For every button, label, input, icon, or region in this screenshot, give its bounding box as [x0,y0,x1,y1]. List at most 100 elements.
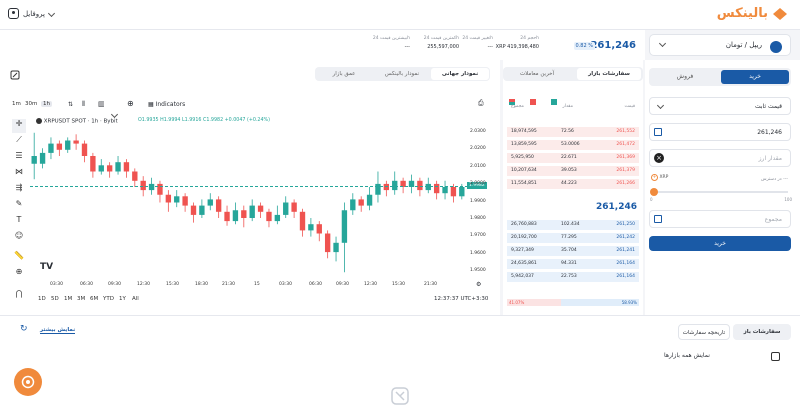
amount-slider[interactable] [650,188,788,196]
ask-row[interactable]: 261,266 44.223 11,554,851 [507,179,639,189]
x-axis-tick: 21:30 [424,282,437,287]
range-button[interactable]: 1M [64,296,72,302]
candle-body [148,183,155,191]
show-more-link[interactable]: نمایش بیشتر [40,327,76,334]
row-price: 261,472 [616,142,635,147]
row-total: 18,974,595 [511,129,537,134]
x-axis-tick: 18:30 [195,282,208,287]
candle-body [450,187,457,197]
total-field[interactable]: مجموع [649,210,791,228]
ask-row[interactable]: 261,379 39.053 10,207,634 [507,166,639,176]
orderbook-tabs: سفارشات بازار آخرین معاملات [503,67,643,81]
ask-row[interactable]: 261,369 22.671 5,925,950 [507,153,639,163]
x-axis-tick: 12:30 [137,282,150,287]
crosshair-icon[interactable]: ✛ [12,119,26,133]
stat-change: تغییر قیمت 24h --- [462,36,493,50]
show-all-markets-checkbox[interactable] [771,352,780,361]
amount-field[interactable]: مقدار ارز × [649,149,791,167]
tab-order-history[interactable]: تاریخچه سفارشات [678,324,730,340]
expand-icon[interactable] [10,70,20,80]
x-axis-tick: 09:30 [108,282,121,287]
row-amount: 102.434 [561,222,580,227]
buy-tab[interactable]: خرید [721,70,789,84]
timeframe-1m[interactable]: 1m [12,101,21,107]
view-bids-icon[interactable] [551,99,558,105]
candle-body [274,214,281,222]
sell-tab[interactable]: فروش [651,70,719,84]
price-field[interactable]: 261,246 [649,123,791,141]
tab-open-orders[interactable]: سفارشات باز [733,324,791,340]
timeframe-30m[interactable]: 30m [25,101,37,107]
bid-row[interactable]: 261,164 94.331 24,635,861 [507,259,639,269]
candle-body [106,165,113,172]
ask-row[interactable]: 261,552 72.56 18,974,595 [507,127,639,137]
refresh-icon[interactable]: ↻ [20,324,28,334]
submit-buy-button[interactable]: خرید [649,236,791,251]
view-asks-icon[interactable] [530,99,537,105]
support-chat-button[interactable] [14,368,42,396]
tab-balinex-chart[interactable]: نمودار بالینکس [373,68,431,80]
chart-tabs: نمودار جهانی نمودار بالینکس عمق بازار [315,67,490,81]
pattern-icon[interactable]: ⋈ [12,167,26,181]
symbol-logo-icon [36,118,42,124]
bid-row[interactable]: 261,242 77.295 20,192,700 [507,233,639,243]
available-value: --- [783,177,788,182]
fib-icon[interactable]: ☰ [12,151,26,165]
chart-ohlc: O1.9935 H1.9994 L1.9916 C1.9982 +0.0047 … [138,118,270,123]
magnet-icon[interactable]: ⋂ [12,289,26,303]
stat-volume: حجم 24h XRP 419,398,480 [495,36,539,50]
tab-market-depth[interactable]: عمق بازار [315,68,373,80]
bid-row[interactable]: 261,241 35.704 9,327,349 [507,246,639,256]
candle-body [215,199,222,212]
settings-icon[interactable]: ⚙ [476,281,481,288]
slider-max: 100 [784,197,792,202]
range-button[interactable]: 5D [51,296,59,302]
range-button[interactable]: 3M [77,296,85,302]
chevron-down-icon [658,39,667,48]
tradingview-logo: TV [40,262,54,272]
indicators-button[interactable]: ▦ Indicators [148,101,185,108]
add-indicator-icon[interactable]: ⊕ [127,99,134,108]
order-type-select[interactable]: قیمت ثابت [649,97,791,115]
range-button[interactable]: YTD [103,296,114,302]
x-axis-tick: 12:30 [364,282,377,287]
emoji-icon[interactable]: ☺ [12,231,26,245]
chevron-down-icon [110,110,119,119]
orders-section: سفارشات باز تاریخچه سفارشات نمایش بیشتر … [0,315,800,415]
bar-chart-icon[interactable]: ▥ [98,100,105,108]
current-price: 261,246 [590,40,636,51]
slider-min: 0 [650,197,653,202]
ask-row[interactable]: 261,472 53.0006 13,859,595 [507,140,639,150]
price-change-badge: 0.82 % [573,42,595,50]
candle-body [73,140,79,144]
bid-row[interactable]: 261,164 22.753 5,942,037 [507,272,639,282]
logo[interactable]: بالینکس [717,6,788,21]
bid-row[interactable]: 261,250 102.434 26,760,883 [507,220,639,230]
range-button[interactable]: 1Y [119,296,126,302]
prediction-icon[interactable]: ⇶ [12,183,26,197]
range-button[interactable]: All [132,296,139,302]
zoom-icon[interactable]: ⊕ [12,267,26,281]
x-axis-tick: 21:30 [222,282,235,287]
market-selector[interactable]: ریپل / تومان [649,34,791,56]
slider-handle[interactable] [650,188,658,196]
trend-line-icon[interactable]: ⟋ [12,135,26,149]
candle-body [132,171,138,181]
row-amount: 22.753 [561,274,577,279]
compare-icon[interactable]: ⇅ [68,101,73,108]
tab-global-chart[interactable]: نمودار جهانی [431,68,489,80]
ruler-icon[interactable]: 📏 [12,251,26,265]
tab-market-orders[interactable]: سفارشات بازار [577,68,641,80]
candle-type-icon[interactable]: ⫴ [82,100,85,109]
plus-icon[interactable]: + [651,174,658,181]
candle-body [182,196,188,206]
range-button[interactable]: 1D [38,296,46,302]
brush-icon[interactable]: ✎ [12,199,26,213]
range-button[interactable]: 6M [90,296,98,302]
timeframe-1h[interactable]: 1h [41,101,52,107]
text-icon[interactable]: T [12,215,26,229]
candlestick-chart[interactable] [30,125,466,280]
tab-recent-trades[interactable]: آخرین معاملات [505,68,569,80]
profile-menu[interactable]: پروفایل [8,8,55,19]
camera-icon[interactable]: ⎙ [478,99,484,108]
